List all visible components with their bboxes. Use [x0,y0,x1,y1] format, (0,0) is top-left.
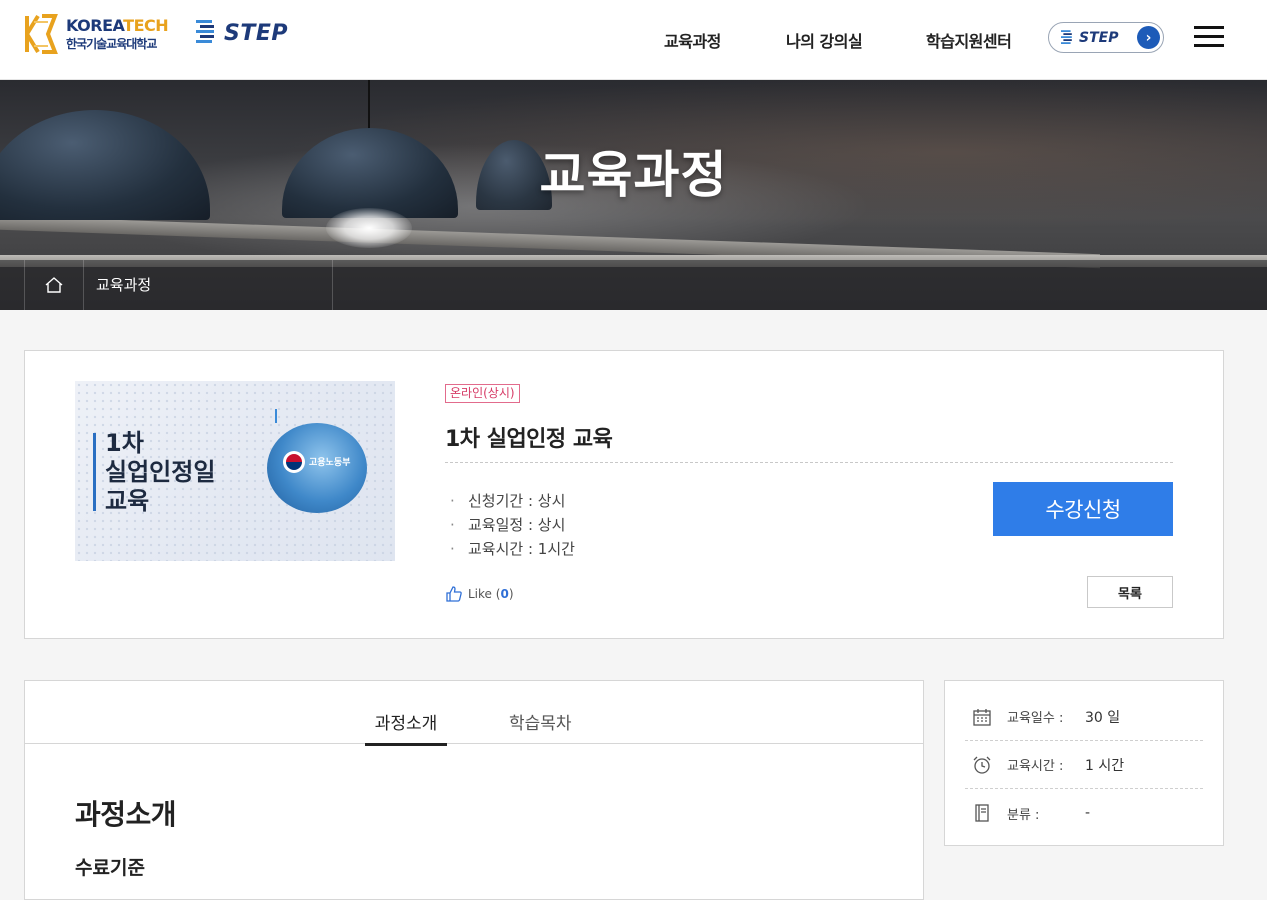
thumbnail-text-line: 실업인정일 [105,458,216,486]
info-duration: 교육시간 : 1시간 [450,537,575,561]
step-logo[interactable]: STEP [194,18,288,48]
breadcrumb: 교육과정 [0,260,1267,310]
step-mark-icon [1061,29,1072,44]
nav-courses[interactable]: 교육과정 [664,28,721,52]
page-title: 교육과정 [539,146,728,204]
step-pill-label: STEP [1079,29,1119,46]
side-info-value: - [1085,805,1091,821]
tab-curriculum[interactable]: 학습목차 [509,709,572,743]
thumbnail-text-line: 1차 [105,429,144,457]
step-logo-text: STEP [224,20,289,46]
koreatech-logo[interactable]: KOREATECH 한국기술교육대학교 [24,12,169,56]
nav-learning-support[interactable]: 학습지원센터 [926,28,1012,52]
alarm-clock-icon [971,754,993,776]
info-schedule: 교육일정 : 상시 [450,513,575,537]
list-button[interactable]: 목록 [1087,576,1173,608]
thumbs-up-icon [446,586,462,602]
koreatech-emblem-icon [24,12,58,56]
page-banner: 교육과정 교육과정 [0,80,1267,310]
like-button[interactable]: Like (0) [445,585,514,603]
side-info-label: 교육시간 : [1007,759,1064,774]
course-type-badge: 온라인(상시) [445,384,520,403]
section-heading: 과정소개 [75,798,177,831]
info-apply-period: 신청기간 : 상시 [450,489,575,513]
ministry-emblem-icon [283,451,305,473]
course-info-list: 신청기간 : 상시 교육일정 : 상시 교육시간 : 1시간 [450,489,575,561]
side-info-row: 교육시간 : 1 시간 [965,741,1203,789]
course-title: 1차 실업인정 교육 [445,427,613,452]
site-header: KOREATECH 한국기술교육대학교 STEP 교육과정 나의 강의실 학습지… [0,0,1267,80]
course-detail-panel: 과정소개 학습목차 과정소개 수료기준 [24,680,924,900]
like-close-paren: ) [508,587,514,601]
side-info-row: 교육일수 : 30 일 [965,693,1203,741]
logo-subtitle: 한국기술교육대학교 [66,37,157,51]
side-info-label: 분류 : [1007,807,1040,823]
detail-tabs: 과정소개 학습목차 [25,681,923,746]
book-icon [971,802,993,824]
thumbnail-text-line: 교육 [105,487,150,515]
section-subheading: 수료기준 [75,857,145,879]
side-info-label: 교육일수 : [1007,711,1064,726]
breadcrumb-current[interactable]: 교육과정 [84,260,333,310]
logo-title-tech: TECH [123,16,169,35]
step-mark-icon [196,20,214,43]
ministry-emblem-badge: 고용노동부 [267,423,367,513]
like-label: Like [468,587,492,601]
chevron-right-icon: › [1137,26,1160,49]
nav-my-classroom[interactable]: 나의 강의실 [786,28,863,52]
course-summary-card: 1차 실업인정일 교육 고용노동부 온라인(상시) 1차 실업인정 교육 신청기… [24,350,1224,639]
step-link-button[interactable]: STEP › [1048,22,1164,53]
like-count: 0 [500,587,509,601]
side-info-value: 1 시간 [1085,757,1125,774]
home-icon[interactable] [24,260,84,310]
course-side-info: 교육일수 : 30 일 교육시간 : 1 시간 분류 : - [944,680,1224,846]
side-info-row: 분류 : - [965,789,1203,837]
course-thumbnail: 1차 실업인정일 교육 고용노동부 [75,381,395,561]
ministry-name: 고용노동부 [309,458,351,468]
calendar-icon [971,706,993,728]
hamburger-menu-icon[interactable] [1194,26,1224,48]
apply-button[interactable]: 수강신청 [993,482,1173,536]
logo-title-korea: KOREA [66,16,124,35]
side-info-value: 30 일 [1085,709,1121,726]
tab-course-intro[interactable]: 과정소개 [365,709,447,746]
